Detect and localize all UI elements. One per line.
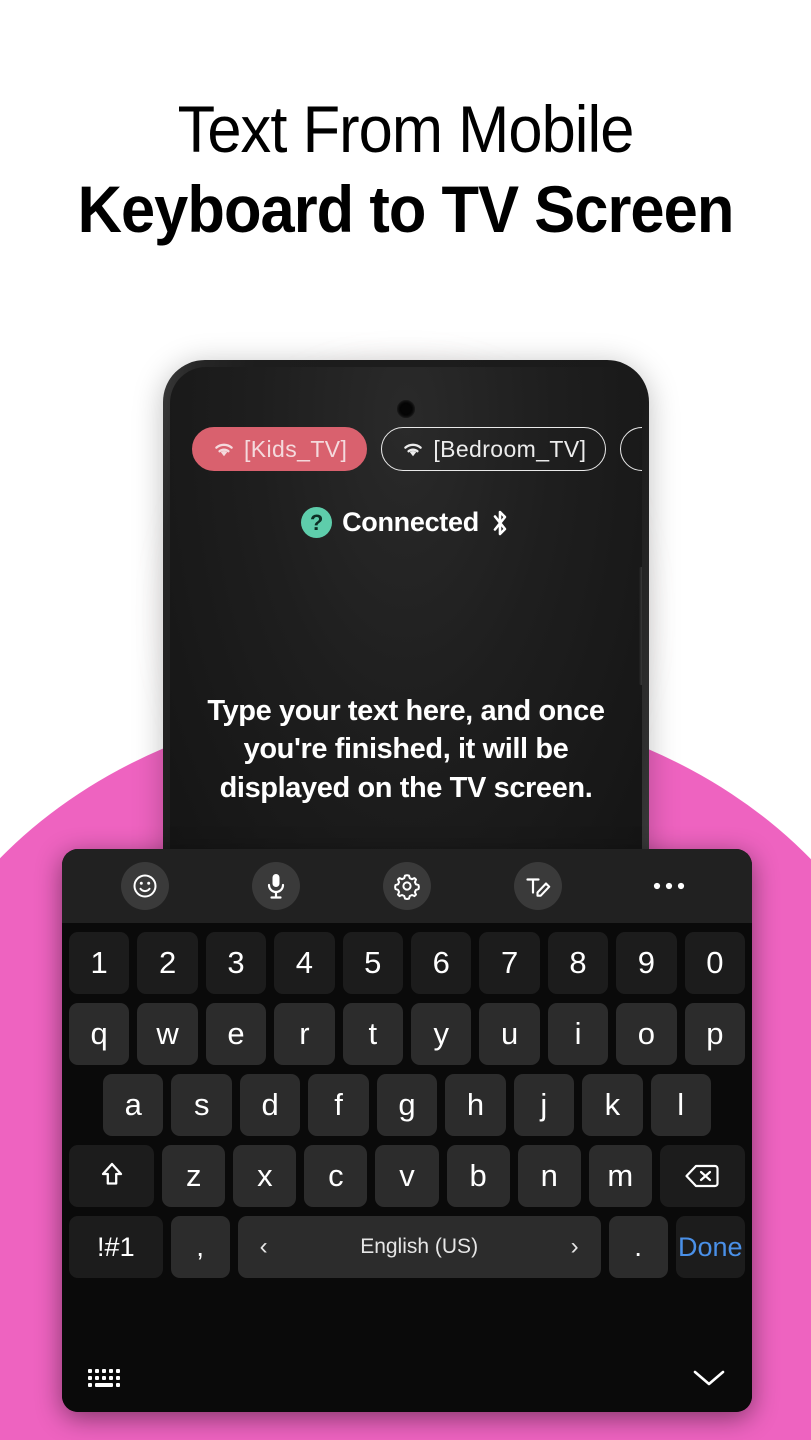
symbols-key[interactable]: !#1 bbox=[69, 1216, 163, 1278]
key-v[interactable]: v bbox=[375, 1145, 439, 1207]
period-key[interactable]: . bbox=[608, 1216, 668, 1278]
next-language-icon[interactable]: › bbox=[571, 1233, 579, 1261]
key-z[interactable]: z bbox=[162, 1145, 226, 1207]
on-screen-keyboard: 1 2 3 4 5 6 7 8 9 0 q w e r t y u i o p … bbox=[62, 849, 752, 1412]
key-w[interactable]: w bbox=[137, 1003, 198, 1065]
tv-device-chips: [Kids_TV] [Bedroom_TV] bbox=[192, 427, 642, 471]
key-o[interactable]: o bbox=[616, 1003, 677, 1065]
headline-line-2: Keyboard to TV Screen bbox=[77, 172, 735, 246]
key-p[interactable]: p bbox=[684, 1003, 746, 1065]
bluetooth-icon bbox=[493, 510, 507, 535]
language-label: English (US) bbox=[360, 1235, 479, 1258]
prev-language-icon[interactable]: ‹ bbox=[260, 1233, 268, 1261]
keyboard-row-function: !#1 , ‹ English (US) › . Done bbox=[69, 1216, 745, 1278]
help-badge-icon[interactable]: ? bbox=[301, 507, 333, 538]
key-3[interactable]: 3 bbox=[205, 932, 267, 994]
key-q[interactable]: q bbox=[68, 1003, 130, 1065]
handwriting-icon[interactable] bbox=[513, 862, 562, 910]
keyboard-key-rows: 1 2 3 4 5 6 7 8 9 0 q w e r t y u i o p … bbox=[62, 923, 752, 1344]
key-r[interactable]: r bbox=[274, 1003, 335, 1065]
key-t[interactable]: t bbox=[342, 1003, 403, 1065]
key-7[interactable]: 7 bbox=[479, 932, 540, 994]
key-l[interactable]: l bbox=[650, 1074, 711, 1136]
shift-key[interactable] bbox=[69, 1145, 155, 1207]
microphone-icon[interactable] bbox=[252, 862, 301, 910]
wifi-icon bbox=[215, 443, 233, 456]
key-g[interactable]: g bbox=[376, 1074, 438, 1136]
phone-mockup: [Kids_TV] [Bedroom_TV] ? Connected Type … bbox=[163, 360, 649, 900]
key-4[interactable]: 4 bbox=[274, 932, 335, 994]
key-y[interactable]: y bbox=[411, 1003, 472, 1065]
keyboard-bottom-bar bbox=[62, 1344, 752, 1412]
tv-chip-bedroom[interactable]: [Bedroom_TV] bbox=[381, 427, 607, 471]
chevron-down-icon[interactable] bbox=[692, 1368, 726, 1388]
app-screenshot: Text From Mobile Keyboard to TV Screen [… bbox=[0, 0, 811, 1440]
key-a[interactable]: a bbox=[103, 1074, 164, 1136]
key-2[interactable]: 2 bbox=[137, 932, 198, 994]
key-e[interactable]: e bbox=[205, 1003, 267, 1065]
key-8[interactable]: 8 bbox=[547, 932, 609, 994]
space-key[interactable]: ‹ English (US) › bbox=[237, 1216, 601, 1278]
tv-chip-patio[interactable]: [Pa bbox=[620, 427, 642, 471]
key-d[interactable]: d bbox=[239, 1074, 301, 1136]
comma-key[interactable]: , bbox=[170, 1216, 230, 1278]
gear-icon[interactable] bbox=[382, 862, 431, 910]
prompt-text: Type your text here, and once you're fin… bbox=[207, 695, 605, 804]
tv-chip-kids[interactable]: [Kids_TV] bbox=[192, 427, 368, 471]
keyboard-row-numbers: 1 2 3 4 5 6 7 8 9 0 bbox=[68, 932, 746, 994]
more-options-icon[interactable] bbox=[645, 862, 693, 910]
tv-chip-label: [Bedroom_TV] bbox=[433, 435, 587, 462]
tv-chip-label: [Kids_TV] bbox=[244, 435, 348, 462]
keyboard-row-home: a s d f g h j k l bbox=[69, 1074, 745, 1136]
wifi-icon bbox=[404, 443, 423, 456]
key-j[interactable]: j bbox=[513, 1074, 575, 1136]
front-camera-icon bbox=[397, 400, 415, 418]
key-5[interactable]: 5 bbox=[342, 932, 403, 994]
backspace-icon bbox=[685, 1164, 720, 1188]
done-key[interactable]: Done bbox=[675, 1216, 745, 1278]
key-f[interactable]: f bbox=[308, 1074, 369, 1136]
keyboard-row-bottom: z x c v b n m bbox=[69, 1145, 745, 1207]
connection-status: ? Connected bbox=[170, 507, 642, 538]
keyboard-row-top: q w e r t y u i o p bbox=[68, 1003, 746, 1065]
key-9[interactable]: 9 bbox=[616, 932, 677, 994]
keyboard-toolbar bbox=[62, 849, 752, 923]
shift-arrow-icon bbox=[101, 1162, 122, 1185]
key-i[interactable]: i bbox=[547, 1003, 609, 1065]
key-h[interactable]: h bbox=[445, 1074, 506, 1136]
headline-line-1: Text From Mobile bbox=[177, 92, 635, 166]
key-1[interactable]: 1 bbox=[68, 932, 130, 994]
key-u[interactable]: u bbox=[479, 1003, 540, 1065]
wifi-icon bbox=[640, 440, 642, 459]
emoji-icon[interactable] bbox=[121, 862, 170, 910]
page-title: Text From Mobile Keyboard to TV Screen bbox=[0, 96, 811, 242]
key-x[interactable]: x bbox=[233, 1145, 297, 1207]
key-s[interactable]: s bbox=[171, 1074, 232, 1136]
phone-side-button bbox=[639, 567, 642, 685]
phone-screen: [Kids_TV] [Bedroom_TV] ? Connected Type … bbox=[170, 367, 642, 900]
key-n[interactable]: n bbox=[517, 1145, 581, 1207]
key-m[interactable]: m bbox=[588, 1145, 652, 1207]
key-0[interactable]: 0 bbox=[684, 932, 746, 994]
keyboard-layout-icon[interactable] bbox=[88, 1369, 120, 1387]
backspace-key[interactable] bbox=[659, 1145, 745, 1207]
status-badge: Connected bbox=[342, 507, 479, 537]
key-k[interactable]: k bbox=[582, 1074, 643, 1136]
key-6[interactable]: 6 bbox=[411, 932, 472, 994]
key-b[interactable]: b bbox=[446, 1145, 510, 1207]
key-c[interactable]: c bbox=[304, 1145, 368, 1207]
